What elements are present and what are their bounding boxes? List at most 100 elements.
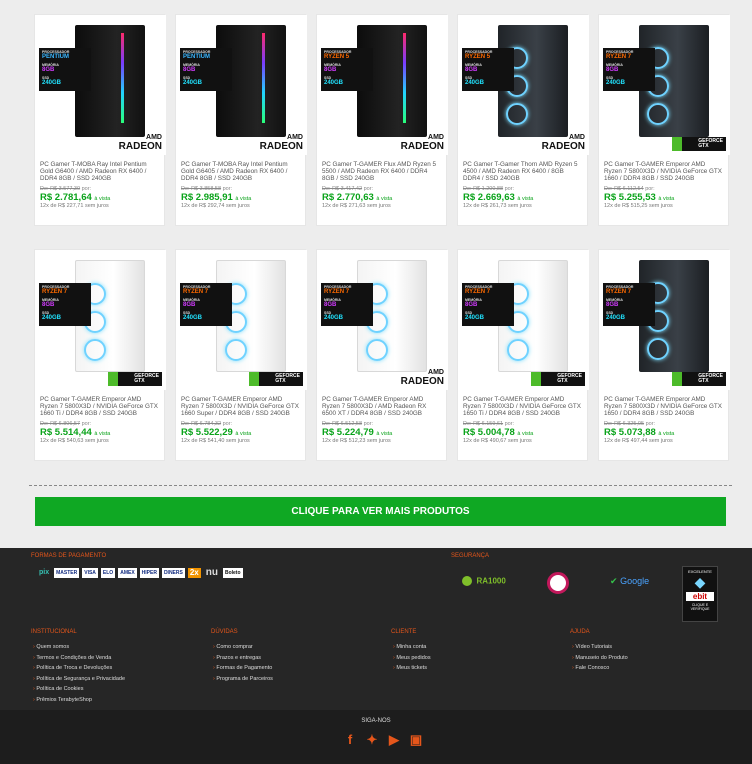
footer-link[interactable]: Política de Troca e Devoluções <box>33 663 125 674</box>
boleto-icon: Boleto <box>222 568 243 578</box>
product-card[interactable]: PROCESSADOR RYZEN 5 MEMÓRIA 8GB SSD 240G… <box>457 14 589 226</box>
product-price: R$ 2.781,64 à vista <box>40 192 111 203</box>
product-image[interactable]: PROCESSADOR RYZEN 7 MEMÓRIA 8GB SSD 240G… <box>599 15 730 155</box>
ra1000-label: RA1000 <box>476 576 506 586</box>
product-card[interactable]: PROCESSADOR PENTIUM MEMÓRIA 8GB SSD 240G… <box>175 14 307 226</box>
product-image[interactable]: PROCESSADOR PENTIUM MEMÓRIA 8GB SSD 240G… <box>35 15 166 155</box>
product-card[interactable]: PROCESSADOR RYZEN 7 MEMÓRIA 8GB SSD 240G… <box>34 249 166 461</box>
product-image[interactable]: PROCESSADOR RYZEN 7 MEMÓRIA 8GB SSD 240G… <box>599 250 730 390</box>
product-name[interactable]: PC Gamer T-GAMER Emperor AMD Ryzen 7 580… <box>604 396 723 418</box>
fan-icon <box>366 339 388 361</box>
ebit-badge[interactable]: EXCELENTE ◆ ebit CLIQUE E VERIFIQUE <box>682 566 718 622</box>
footer-link-list: Como comprarPrazos e entregasFormas de P… <box>213 642 273 684</box>
installments: 12x de R$ 490,67 sem juros <box>463 438 532 444</box>
footer-link[interactable]: Programa de Parceiros <box>213 674 273 685</box>
footer-link[interactable]: Manuseio do Produto <box>572 653 627 664</box>
geforce-gtx-badge: GEFORCE GTX <box>672 137 726 151</box>
product-price: R$ 5.522,29 à vista <box>181 427 252 438</box>
product-image[interactable]: PROCESSADOR RYZEN 7 MEMÓRIA 8GB SSD 240G… <box>176 250 307 390</box>
amd-radeon-badge: AMD RADEON <box>400 369 444 387</box>
ssd-value: 240GB <box>183 315 203 322</box>
installments: 12x de R$ 271,63 sem juros <box>322 203 391 209</box>
product-card[interactable]: PROCESSADOR RYZEN 7 MEMÓRIA 8GB SSD 240G… <box>598 14 730 226</box>
secure-site-badge[interactable] <box>547 572 569 594</box>
footer-link[interactable]: Minha conta <box>393 642 431 653</box>
processor-value: RYZEN 5 <box>465 54 491 61</box>
product-image[interactable]: PROCESSADOR PENTIUM MEMÓRIA 8GB SSD 240G… <box>176 15 307 155</box>
footer-link[interactable]: Política de Cookies <box>33 684 125 695</box>
product-name[interactable]: PC Gamer T-GAMER Emperor AMD Ryzen 7 580… <box>463 396 582 418</box>
product-name[interactable]: PC Gamer T-GAMER Emperor AMD Ryzen 7 580… <box>181 396 300 418</box>
section-divider <box>29 485 732 486</box>
facebook-icon[interactable]: f <box>343 732 357 748</box>
fan-icon <box>507 339 529 361</box>
footer-link[interactable]: Como comprar <box>213 642 273 653</box>
product-image[interactable]: PROCESSADOR RYZEN 5 MEMÓRIA 8GB SSD 240G… <box>458 15 589 155</box>
product-card[interactable]: PROCESSADOR RYZEN 5 MEMÓRIA 8GB SSD 240G… <box>316 14 448 226</box>
product-info: PC Gamer T-GAMER Flux AMD Ryzen 5 5500 /… <box>317 155 446 209</box>
product-image[interactable]: PROCESSADOR RYZEN 7 MEMÓRIA 8GB SSD 240G… <box>35 250 166 390</box>
product-name[interactable]: PC Gamer T-GAMER Flux AMD Ryzen 5 5500 /… <box>322 161 441 183</box>
footer-link[interactable]: Termos e Condições de Venda <box>33 653 125 664</box>
instagram-icon[interactable]: ▣ <box>409 732 423 748</box>
ssd-value: 240GB <box>465 80 485 87</box>
footer-link[interactable]: Prêmios TerabyteShop <box>33 695 125 706</box>
amd-radeon-badge: AMD RADEON <box>400 134 444 152</box>
payment-title: FORMAS DE PAGAMENTO <box>31 553 107 559</box>
specs-panel: PROCESSADOR RYZEN 7 MEMÓRIA 8GB SSD 240G… <box>603 283 655 326</box>
amd-radeon-badge: AMD RADEON <box>541 134 585 152</box>
product-card[interactable]: PROCESSADOR RYZEN 7 MEMÓRIA 8GB SSD 240G… <box>175 249 307 461</box>
product-name[interactable]: PC Gamer T-MOBA Ray Intel Pentium Gold G… <box>40 161 159 183</box>
product-card[interactable]: PROCESSADOR RYZEN 7 MEMÓRIA 8GB SSD 240G… <box>316 249 448 461</box>
footer-link[interactable]: Fale Conosco <box>572 663 628 674</box>
footer-link[interactable]: Meus tickets <box>393 663 431 674</box>
product-card[interactable]: PROCESSADOR PENTIUM MEMÓRIA 8GB SSD 240G… <box>34 14 166 226</box>
fan-icon <box>225 339 247 361</box>
google-label: Google <box>620 576 650 586</box>
product-image[interactable]: PROCESSADOR RYZEN 7 MEMÓRIA 8GB SSD 240G… <box>458 250 589 390</box>
rgb-strip <box>403 33 406 123</box>
fan-icon <box>647 103 669 125</box>
fan-icon <box>647 338 669 360</box>
product-image[interactable]: PROCESSADOR RYZEN 7 MEMÓRIA 8GB SSD 240G… <box>317 250 448 390</box>
memory-value: 8GB <box>42 302 55 309</box>
footer-link[interactable]: Vídeo Tutoriais <box>572 642 628 653</box>
ebit-label: ebit <box>686 592 714 601</box>
see-more-products-button[interactable]: CLIQUE PARA VER MAIS PRODUTOS <box>35 497 726 526</box>
product-image[interactable]: PROCESSADOR RYZEN 5 MEMÓRIA 8GB SSD 240G… <box>317 15 448 155</box>
diamond-icon: ◆ <box>694 574 706 590</box>
product-name[interactable]: PC Gamer T-GAMER Emperor AMD Ryzen 7 580… <box>604 161 723 183</box>
payment-methods: pix MASTER VISA ELO AMEX HIPER DINERS 2x… <box>37 568 243 578</box>
product-name[interactable]: PC Gamer T-Gamer Thorn AMD Ryzen 5 4500 … <box>463 161 582 183</box>
footer-link[interactable]: Política de Segurança e Privacidade <box>33 674 125 685</box>
twitter-icon[interactable]: ✦ <box>365 732 379 748</box>
installments: 12x de R$ 227,71 sem juros <box>40 203 109 209</box>
ra-seal-icon <box>462 575 472 586</box>
footer-column-title: AJUDA <box>570 629 590 635</box>
footer-link[interactable]: Meus pedidos <box>393 653 430 664</box>
specs-panel: PROCESSADOR RYZEN 5 MEMÓRIA 8GB SSD 240G… <box>321 48 373 91</box>
memory-value: 8GB <box>183 302 196 309</box>
google-badge[interactable]: ✔ Google <box>610 576 658 590</box>
memory-value: 8GB <box>606 302 619 309</box>
ra1000-badge[interactable]: RA1000 <box>462 572 510 594</box>
footer-link[interactable]: Formas de Pagamento <box>213 663 273 674</box>
footer-link[interactable]: Quem somos <box>33 642 125 653</box>
specs-panel: PROCESSADOR RYZEN 7 MEMÓRIA 8GB SSD 240G… <box>462 283 514 326</box>
ebit-bottom-label: CLIQUE E VERIFIQUE <box>690 603 710 611</box>
geforce-gtx-badge: GEFORCE GTX <box>249 372 303 386</box>
product-info: PC Gamer T-GAMER Emperor AMD Ryzen 7 580… <box>176 390 305 444</box>
product-name[interactable]: PC Gamer T-GAMER Emperor AMD Ryzen 7 580… <box>322 396 441 418</box>
product-name[interactable]: PC Gamer T-MOBA Ray Intel Pentium Gold G… <box>181 161 300 183</box>
product-card[interactable]: PROCESSADOR RYZEN 7 MEMÓRIA 8GB SSD 240G… <box>457 249 589 461</box>
product-name[interactable]: PC Gamer T-GAMER Emperor AMD Ryzen 7 580… <box>40 396 159 418</box>
amex-icon: AMEX <box>118 568 137 578</box>
youtube-icon[interactable]: ▶ <box>387 732 401 748</box>
product-price: R$ 5.255,53 à vista <box>604 192 675 203</box>
footer-link[interactable]: Prazos e entregas <box>213 653 273 664</box>
product-info: PC Gamer T-MOBA Ray Intel Pentium Gold G… <box>35 155 164 209</box>
ssd-value: 240GB <box>183 80 203 87</box>
elo-icon: ELO <box>100 568 116 578</box>
product-card[interactable]: PROCESSADOR RYZEN 7 MEMÓRIA 8GB SSD 240G… <box>598 249 730 461</box>
product-info: PC Gamer T-Gamer Thorn AMD Ryzen 5 4500 … <box>458 155 587 209</box>
